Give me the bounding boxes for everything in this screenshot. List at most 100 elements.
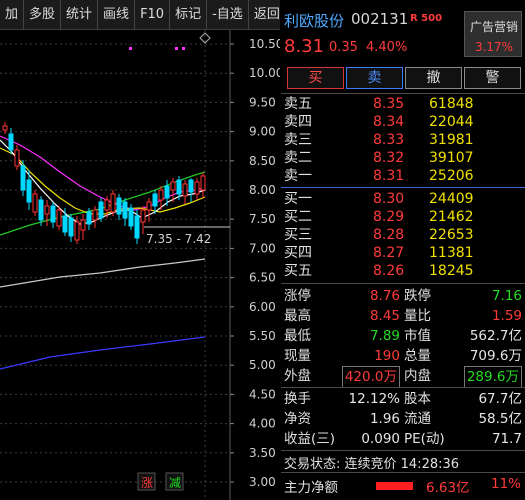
net-flow-bar [376, 482, 413, 490]
candle-body [26, 179, 32, 203]
price-tick-label: 4.50 [249, 387, 276, 401]
divider [281, 93, 525, 94]
cancel-order-button[interactable]: 撤 [405, 67, 462, 89]
candle-body [68, 217, 74, 237]
price-tick-label: 6.50 [249, 271, 276, 285]
stat-value: 190 [374, 348, 400, 364]
stat-value: 58.5亿 [478, 411, 522, 427]
stat-label: 收益(三) [284, 431, 336, 447]
toolbar-remove-watchlist-button[interactable]: -自选 [207, 0, 249, 30]
price-tick-label: 9.50 [249, 95, 276, 109]
divider [281, 187, 525, 188]
order-price: 8.31 [373, 168, 405, 184]
net-flow-percent: 11% [491, 476, 522, 492]
kline-chart[interactable]: 7.35 - 7.42 涨 减 10.50 10.00 9.50 9.00 8.50 8.… [0, 30, 280, 500]
stat-value: 1.96 [369, 411, 400, 427]
candle-body [194, 181, 200, 195]
candle-body [8, 133, 14, 151]
stat-label: 总量 [404, 348, 431, 364]
stat-label: 市值 [404, 328, 431, 344]
toolbar-back-button[interactable]: 返回 [249, 0, 285, 30]
order-book-row: 买三 8.28 22653 [281, 226, 525, 244]
candle-body [182, 183, 188, 197]
stock-code: 002131 [351, 10, 409, 28]
order-price: 8.27 [373, 245, 405, 261]
candle-body [74, 221, 80, 241]
stat-label: 跌停 [404, 288, 431, 304]
candle-body [110, 193, 116, 213]
order-volume: 61848 [429, 96, 474, 112]
fall-marker: 减 [169, 476, 181, 490]
stat-row: 最低 7.89 市值 562.7亿 [281, 326, 525, 346]
price-tick-label: 6.00 [249, 300, 276, 314]
candle-body [146, 201, 152, 211]
stat-value: 8.45 [369, 308, 400, 324]
candle-body [2, 125, 8, 131]
price-tick-label: 8.50 [249, 154, 276, 168]
sell-button[interactable]: 卖 [346, 67, 403, 89]
candle-body [164, 185, 170, 199]
order-book-row: 买一 8.30 24409 [281, 190, 525, 208]
stat-label: PE(动) [404, 431, 445, 447]
candle-body [44, 205, 50, 215]
candle-body [128, 207, 134, 227]
toolbar-multi-stock-button[interactable]: 多股 [24, 0, 62, 30]
candle-body [92, 209, 98, 221]
price-tick-label: 5.00 [249, 358, 276, 372]
candle-body [200, 175, 206, 191]
price-tick-label: 10.50 [249, 37, 280, 51]
candle-body [134, 215, 140, 239]
stat-value: 7.89 [369, 328, 400, 344]
candle-body [98, 201, 104, 219]
stat-value: 0.090 [361, 431, 400, 447]
order-volume: 18245 [429, 263, 474, 279]
order-price: 8.29 [373, 209, 405, 225]
toolbar-draw-line-button[interactable]: 画线 [98, 0, 136, 30]
order-price: 8.35 [373, 96, 405, 112]
order-price: 8.32 [373, 150, 405, 166]
stat-value: 562.7亿 [469, 328, 522, 344]
toolbar-mark-button[interactable]: 标记 [170, 0, 208, 30]
stat-row: 净资 1.96 流通 58.5亿 [281, 409, 525, 429]
sector-change-percent: 3.17% [474, 40, 514, 54]
order-book-row: 卖五 8.35 61848 [281, 95, 525, 113]
stat-label: 涨停 [284, 288, 311, 304]
price-tick-label: 10.00 [249, 66, 280, 80]
order-book-row: 买四 8.27 11381 [281, 244, 525, 262]
price-tick-label: 4.00 [249, 417, 276, 431]
price-tick-label: 5.50 [249, 329, 276, 343]
order-volume: 21462 [429, 209, 474, 225]
order-volume: 11381 [429, 245, 474, 261]
rise-marker: 涨 [141, 475, 153, 490]
candle-body [50, 205, 56, 223]
sector-box[interactable]: 广告营销 3.17% [464, 11, 522, 57]
candle-body [140, 209, 146, 223]
buy-button[interactable]: 买 [287, 67, 344, 89]
candle-body [80, 219, 86, 231]
main-net-flow-row: 主力净额 6.63亿 11% [281, 474, 525, 496]
stock-name[interactable]: 利欧股份 [284, 10, 344, 31]
toolbar-stats-button[interactable]: 统计 [61, 0, 99, 30]
order-price: 8.34 [373, 114, 405, 130]
order-label: 卖一 [284, 168, 312, 184]
candle-body [122, 201, 128, 219]
toolbar-add-button[interactable]: 加 [0, 0, 25, 30]
stat-value: 71.7 [491, 431, 522, 447]
price-tick-label: 7.50 [249, 212, 276, 226]
price-tick-label: 3.50 [249, 446, 276, 460]
toolbar-f10-button[interactable]: F10 [135, 0, 171, 30]
order-price: 8.28 [373, 227, 405, 243]
order-label: 买一 [284, 191, 312, 207]
stat-label: 外盘 [284, 368, 311, 384]
order-label: 卖二 [284, 150, 312, 166]
price-alert-button[interactable]: 警 [464, 67, 521, 89]
quote-panel: 利欧股份 002131 R 500 8.31 0.35 4.40% 广告营销 3… [281, 0, 525, 500]
stat-value: 7.16 [491, 288, 522, 304]
stat-label: 量比 [404, 308, 431, 324]
stat-label: 换手 [284, 391, 311, 407]
order-volume: 25206 [429, 168, 474, 184]
candle-body [176, 179, 182, 195]
candle-body [116, 197, 122, 215]
order-book-row: 买五 8.26 18245 [281, 262, 525, 280]
stock-header: 利欧股份 002131 R 500 8.31 0.35 4.40% 广告营销 3… [281, 0, 525, 64]
